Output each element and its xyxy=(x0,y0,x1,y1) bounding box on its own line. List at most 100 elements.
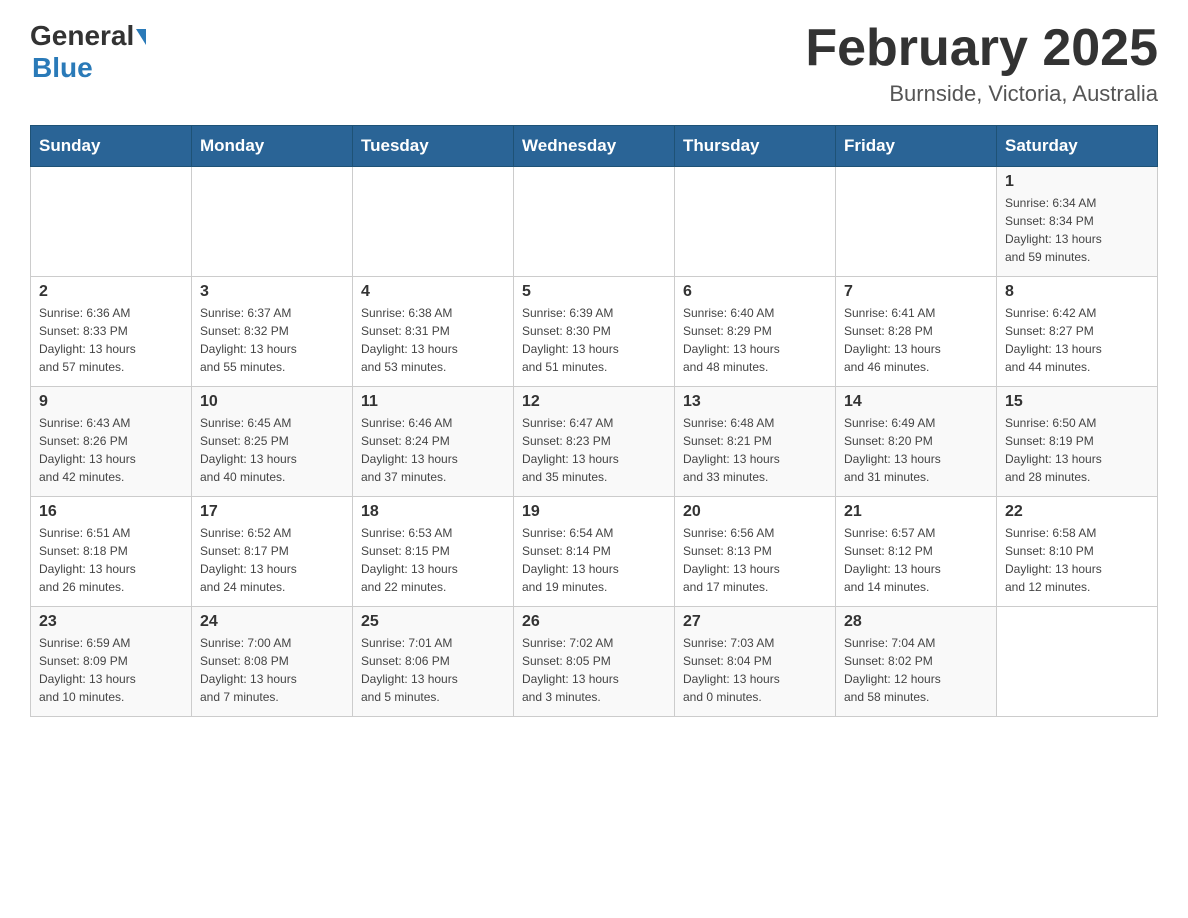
day-info: Sunrise: 6:56 AM Sunset: 8:13 PM Dayligh… xyxy=(683,524,827,596)
day-info: Sunrise: 6:41 AM Sunset: 8:28 PM Dayligh… xyxy=(844,304,988,376)
logo-general-text: General xyxy=(30,20,134,52)
weekday-header-tuesday: Tuesday xyxy=(353,126,514,167)
weekday-header-monday: Monday xyxy=(192,126,353,167)
logo-arrow-icon xyxy=(136,29,146,45)
calendar-cell xyxy=(31,167,192,277)
day-info: Sunrise: 6:34 AM Sunset: 8:34 PM Dayligh… xyxy=(1005,194,1149,266)
day-info: Sunrise: 6:49 AM Sunset: 8:20 PM Dayligh… xyxy=(844,414,988,486)
calendar-cell: 22 Sunrise: 6:58 AM Sunset: 8:10 PM Dayli… xyxy=(997,497,1158,607)
day-info: Sunrise: 6:43 AM Sunset: 8:26 PM Dayligh… xyxy=(39,414,183,486)
calendar-cell: 17 Sunrise: 6:52 AM Sunset: 8:17 PM Dayli… xyxy=(192,497,353,607)
weekday-header-row: SundayMondayTuesdayWednesdayThursdayFrid… xyxy=(31,126,1158,167)
day-info: Sunrise: 6:48 AM Sunset: 8:21 PM Dayligh… xyxy=(683,414,827,486)
day-info: Sunrise: 6:57 AM Sunset: 8:12 PM Dayligh… xyxy=(844,524,988,596)
day-number: 24 xyxy=(200,613,344,631)
day-number: 4 xyxy=(361,283,505,301)
day-number: 5 xyxy=(522,283,666,301)
calendar-week-row: 2 Sunrise: 6:36 AM Sunset: 8:33 PM Daylig… xyxy=(31,277,1158,387)
calendar-cell: 11Sunrise: 6:46 AM Sunset: 8:24 PM Dayli… xyxy=(353,387,514,497)
day-number: 2 xyxy=(39,283,183,301)
day-info: Sunrise: 6:50 AM Sunset: 8:19 PM Dayligh… xyxy=(1005,414,1149,486)
calendar-table: SundayMondayTuesdayWednesdayThursdayFrid… xyxy=(30,125,1158,717)
calendar-cell: 19 Sunrise: 6:54 AM Sunset: 8:14 PM Dayli… xyxy=(514,497,675,607)
day-number: 12 xyxy=(522,393,666,411)
calendar-cell: 27 Sunrise: 7:03 AM Sunset: 8:04 PM Dayli… xyxy=(675,607,836,717)
day-number: 3 xyxy=(200,283,344,301)
day-info: Sunrise: 6:36 AM Sunset: 8:33 PM Dayligh… xyxy=(39,304,183,376)
day-number: 1 xyxy=(1005,173,1149,191)
month-title: February 2025 xyxy=(805,20,1158,77)
day-info: Sunrise: 6:45 AM Sunset: 8:25 PM Dayligh… xyxy=(200,414,344,486)
day-number: 26 xyxy=(522,613,666,631)
calendar-week-row: 1 Sunrise: 6:34 AM Sunset: 8:34 PM Daylig… xyxy=(31,167,1158,277)
day-info: Sunrise: 7:02 AM Sunset: 8:05 PM Dayligh… xyxy=(522,634,666,706)
day-info: Sunrise: 6:39 AM Sunset: 8:30 PM Dayligh… xyxy=(522,304,666,376)
calendar-cell: 15 Sunrise: 6:50 AM Sunset: 8:19 PM Dayli… xyxy=(997,387,1158,497)
weekday-header-wednesday: Wednesday xyxy=(514,126,675,167)
day-number: 20 xyxy=(683,503,827,521)
calendar-cell xyxy=(192,167,353,277)
day-info: Sunrise: 6:52 AM Sunset: 8:17 PM Dayligh… xyxy=(200,524,344,596)
day-number: 11 xyxy=(361,393,505,411)
calendar-cell: 26 Sunrise: 7:02 AM Sunset: 8:05 PM Dayli… xyxy=(514,607,675,717)
day-number: 7 xyxy=(844,283,988,301)
calendar-cell: 23 Sunrise: 6:59 AM Sunset: 8:09 PM Dayli… xyxy=(31,607,192,717)
day-info: Sunrise: 6:37 AM Sunset: 8:32 PM Dayligh… xyxy=(200,304,344,376)
day-number: 19 xyxy=(522,503,666,521)
calendar-cell xyxy=(353,167,514,277)
calendar-week-row: 23 Sunrise: 6:59 AM Sunset: 8:09 PM Dayli… xyxy=(31,607,1158,717)
day-number: 22 xyxy=(1005,503,1149,521)
weekday-header-saturday: Saturday xyxy=(997,126,1158,167)
calendar-cell: 13Sunrise: 6:48 AM Sunset: 8:21 PM Dayli… xyxy=(675,387,836,497)
day-info: Sunrise: 6:51 AM Sunset: 8:18 PM Dayligh… xyxy=(39,524,183,596)
weekday-header-thursday: Thursday xyxy=(675,126,836,167)
calendar-cell: 20 Sunrise: 6:56 AM Sunset: 8:13 PM Dayli… xyxy=(675,497,836,607)
calendar-week-row: 16 Sunrise: 6:51 AM Sunset: 8:18 PM Dayli… xyxy=(31,497,1158,607)
day-number: 6 xyxy=(683,283,827,301)
calendar-cell: 6Sunrise: 6:40 AM Sunset: 8:29 PM Daylig… xyxy=(675,277,836,387)
day-number: 28 xyxy=(844,613,988,631)
day-info: Sunrise: 7:01 AM Sunset: 8:06 PM Dayligh… xyxy=(361,634,505,706)
calendar-week-row: 9 Sunrise: 6:43 AM Sunset: 8:26 PM Daylig… xyxy=(31,387,1158,497)
location-title: Burnside, Victoria, Australia xyxy=(805,81,1158,107)
logo: General Blue xyxy=(30,20,148,84)
day-info: Sunrise: 6:38 AM Sunset: 8:31 PM Dayligh… xyxy=(361,304,505,376)
page-header: General Blue February 2025 Burnside, Vic… xyxy=(30,20,1158,107)
day-number: 16 xyxy=(39,503,183,521)
calendar-cell: 12 Sunrise: 6:47 AM Sunset: 8:23 PM Dayli… xyxy=(514,387,675,497)
day-info: Sunrise: 6:47 AM Sunset: 8:23 PM Dayligh… xyxy=(522,414,666,486)
calendar-cell: 1 Sunrise: 6:34 AM Sunset: 8:34 PM Daylig… xyxy=(997,167,1158,277)
calendar-cell: 4 Sunrise: 6:38 AM Sunset: 8:31 PM Daylig… xyxy=(353,277,514,387)
day-number: 18 xyxy=(361,503,505,521)
day-info: Sunrise: 7:04 AM Sunset: 8:02 PM Dayligh… xyxy=(844,634,988,706)
day-info: Sunrise: 6:54 AM Sunset: 8:14 PM Dayligh… xyxy=(522,524,666,596)
day-number: 21 xyxy=(844,503,988,521)
calendar-cell: 25Sunrise: 7:01 AM Sunset: 8:06 PM Dayli… xyxy=(353,607,514,717)
calendar-cell: 5 Sunrise: 6:39 AM Sunset: 8:30 PM Daylig… xyxy=(514,277,675,387)
calendar-cell xyxy=(514,167,675,277)
day-info: Sunrise: 7:03 AM Sunset: 8:04 PM Dayligh… xyxy=(683,634,827,706)
day-number: 8 xyxy=(1005,283,1149,301)
day-info: Sunrise: 6:59 AM Sunset: 8:09 PM Dayligh… xyxy=(39,634,183,706)
calendar-cell: 28 Sunrise: 7:04 AM Sunset: 8:02 PM Dayli… xyxy=(836,607,997,717)
calendar-cell: 8 Sunrise: 6:42 AM Sunset: 8:27 PM Daylig… xyxy=(997,277,1158,387)
day-number: 9 xyxy=(39,393,183,411)
calendar-cell: 18 Sunrise: 6:53 AM Sunset: 8:15 PM Dayli… xyxy=(353,497,514,607)
day-info: Sunrise: 6:53 AM Sunset: 8:15 PM Dayligh… xyxy=(361,524,505,596)
day-number: 10 xyxy=(200,393,344,411)
day-number: 15 xyxy=(1005,393,1149,411)
day-number: 14 xyxy=(844,393,988,411)
calendar-cell: 10 Sunrise: 6:45 AM Sunset: 8:25 PM Dayli… xyxy=(192,387,353,497)
calendar-cell: 9 Sunrise: 6:43 AM Sunset: 8:26 PM Daylig… xyxy=(31,387,192,497)
day-number: 27 xyxy=(683,613,827,631)
calendar-cell: 3 Sunrise: 6:37 AM Sunset: 8:32 PM Daylig… xyxy=(192,277,353,387)
day-number: 23 xyxy=(39,613,183,631)
day-number: 17 xyxy=(200,503,344,521)
logo-blue-text: Blue xyxy=(32,52,93,84)
calendar-cell: 14 Sunrise: 6:49 AM Sunset: 8:20 PM Dayli… xyxy=(836,387,997,497)
calendar-cell xyxy=(675,167,836,277)
day-info: Sunrise: 6:58 AM Sunset: 8:10 PM Dayligh… xyxy=(1005,524,1149,596)
day-info: Sunrise: 6:42 AM Sunset: 8:27 PM Dayligh… xyxy=(1005,304,1149,376)
calendar-cell: 7 Sunrise: 6:41 AM Sunset: 8:28 PM Daylig… xyxy=(836,277,997,387)
calendar-cell: 21 Sunrise: 6:57 AM Sunset: 8:12 PM Dayli… xyxy=(836,497,997,607)
